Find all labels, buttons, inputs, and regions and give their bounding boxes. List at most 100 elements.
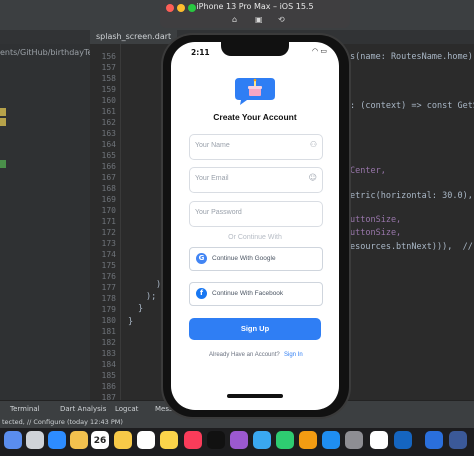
notes-icon[interactable] bbox=[114, 431, 132, 449]
line-number: 175 bbox=[101, 261, 116, 270]
line-number: 181 bbox=[101, 327, 116, 336]
email-field[interactable]: Your Email ☺ bbox=[189, 167, 323, 193]
folder-icon[interactable] bbox=[425, 431, 443, 449]
code-line: : (context) => const GetSta bbox=[350, 101, 474, 111]
home-icon[interactable]: ⌂ bbox=[232, 15, 237, 24]
safari-icon[interactable] bbox=[48, 431, 66, 449]
reminders-icon[interactable] bbox=[137, 431, 155, 449]
password-placeholder: Your Password bbox=[195, 209, 242, 216]
pages-icon[interactable] bbox=[299, 431, 317, 449]
google-button[interactable]: G Continue With Google bbox=[189, 247, 323, 271]
line-number: 173 bbox=[101, 239, 116, 248]
birthday-logo-icon bbox=[235, 78, 275, 105]
status-text: tected, // Configure (today 12:43 PM) bbox=[2, 418, 123, 426]
password-field[interactable]: Your Password bbox=[189, 201, 323, 227]
photos-icon[interactable] bbox=[70, 431, 88, 449]
dock: 26 bbox=[0, 428, 474, 456]
line-number: 163 bbox=[101, 129, 116, 138]
change-marker bbox=[0, 108, 6, 116]
code-line: } bbox=[128, 317, 134, 327]
tab-splash-screen[interactable]: splash_screen.dart bbox=[90, 30, 178, 44]
code-line: } bbox=[138, 304, 144, 314]
app-store-icon[interactable] bbox=[322, 431, 340, 449]
line-number: 172 bbox=[101, 228, 116, 237]
launchpad-icon[interactable] bbox=[26, 431, 44, 449]
line-number: 158 bbox=[101, 74, 116, 83]
keynote-icon[interactable] bbox=[253, 431, 271, 449]
line-number: 166 bbox=[101, 162, 116, 171]
home-indicator bbox=[227, 394, 283, 398]
line-number: 157 bbox=[101, 63, 116, 72]
name-placeholder: Your Name bbox=[195, 142, 230, 149]
android-studio-icon[interactable] bbox=[370, 431, 388, 449]
tv-icon[interactable] bbox=[207, 431, 225, 449]
page-title: Create Your Account bbox=[213, 112, 297, 122]
music-icon[interactable] bbox=[184, 431, 202, 449]
code-line: esources.btnNext))), // Co bbox=[350, 242, 473, 252]
line-number: 161 bbox=[101, 107, 116, 116]
line-number: 160 bbox=[101, 96, 116, 105]
sign-up-button[interactable]: Sign Up bbox=[189, 318, 321, 340]
line-number: 183 bbox=[101, 349, 116, 358]
facebook-label: Continue With Facebook bbox=[212, 290, 284, 297]
line-number: 171 bbox=[101, 217, 116, 226]
calendar-icon[interactable]: 26 bbox=[91, 431, 109, 449]
change-marker bbox=[0, 160, 6, 168]
settings-icon[interactable] bbox=[345, 431, 363, 449]
facebook-icon: f bbox=[196, 288, 207, 299]
project-panel bbox=[0, 44, 91, 400]
code-line: uttonSize, bbox=[350, 228, 402, 238]
line-number: 186 bbox=[101, 382, 116, 391]
line-number: 174 bbox=[101, 250, 116, 259]
email-icon: ☺ bbox=[308, 173, 317, 182]
phone-screen: 2:11 ◠ ▭ Create Your Account Your Name ⚇… bbox=[171, 42, 339, 410]
facebook-button[interactable]: f Continue With Facebook bbox=[189, 282, 323, 306]
line-number: 170 bbox=[101, 206, 116, 215]
code-line: etric(horizontal: 30.0), bbox=[350, 191, 473, 201]
status-time: 2:11 bbox=[191, 48, 210, 57]
screenshot-icon[interactable]: ▣ bbox=[255, 15, 263, 24]
change-marker bbox=[0, 118, 6, 126]
line-number: 176 bbox=[101, 272, 116, 281]
code-line: Center, bbox=[350, 166, 386, 176]
tab-dart-analysis[interactable]: Dart Analysis bbox=[60, 405, 106, 413]
line-number: 184 bbox=[101, 360, 116, 369]
code-line: uttonSize, bbox=[350, 215, 402, 225]
line-number: 169 bbox=[101, 195, 116, 204]
finder-icon[interactable] bbox=[4, 431, 22, 449]
line-number: 159 bbox=[101, 85, 116, 94]
line-number: 182 bbox=[101, 338, 116, 347]
line-number: 178 bbox=[101, 294, 116, 303]
podcasts-icon[interactable] bbox=[230, 431, 248, 449]
line-number: 165 bbox=[101, 151, 116, 160]
line-number: 180 bbox=[101, 316, 116, 325]
google-icon: G bbox=[196, 253, 207, 264]
project-path: ents/GitHub/birthdayTexter# bbox=[0, 48, 90, 57]
notch bbox=[221, 42, 289, 56]
line-number: 168 bbox=[101, 184, 116, 193]
sign-in-link[interactable]: Sign In bbox=[284, 352, 303, 358]
sign-up-label: Sign Up bbox=[240, 324, 270, 333]
app-icon[interactable] bbox=[394, 431, 412, 449]
tab-terminal[interactable]: Terminal bbox=[10, 405, 40, 413]
wifi-icon: ◠ bbox=[312, 47, 319, 55]
numbers-icon[interactable] bbox=[276, 431, 294, 449]
status-icons: ◠ ▭ bbox=[312, 47, 327, 55]
line-number: 177 bbox=[101, 283, 116, 292]
name-field[interactable]: Your Name ⚇ bbox=[189, 134, 323, 160]
status-bar: tected, // Configure (today 12:43 PM) bbox=[0, 416, 474, 428]
line-number: 167 bbox=[101, 173, 116, 182]
code-line: s(name: RoutesName.home)), bbox=[350, 52, 474, 62]
already-account-text: Already Have an Account? bbox=[209, 352, 280, 358]
folder-icon[interactable] bbox=[449, 431, 467, 449]
simulator-title: iPhone 13 Pro Max – iOS 15.5 bbox=[196, 2, 314, 11]
rotate-icon[interactable]: ⟲ bbox=[278, 15, 285, 24]
divider-text: Or Continue With bbox=[228, 234, 282, 241]
tab-logcat[interactable]: Logcat bbox=[115, 405, 138, 413]
line-number: 164 bbox=[101, 140, 116, 149]
line-number: 185 bbox=[101, 371, 116, 380]
stickies-icon[interactable] bbox=[160, 431, 178, 449]
user-icon: ⚇ bbox=[309, 140, 317, 149]
code-line: ); bbox=[146, 292, 157, 302]
simulator-titlebar: iPhone 13 Pro Max – iOS 15.5 ⌂ ▣ ⟲ bbox=[160, 0, 350, 28]
